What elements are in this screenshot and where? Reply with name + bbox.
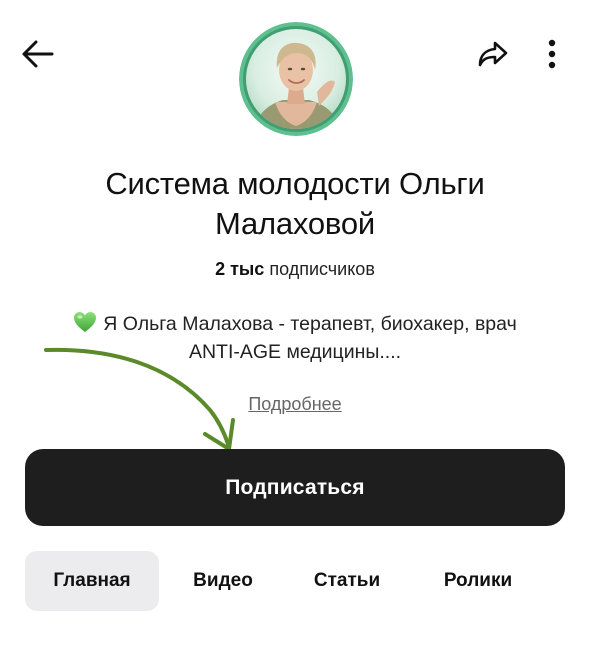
channel-description: Я Ольга Малахова - терапевт, биохакер, в… [30,310,560,366]
description-line2: ANTI-AGE медицины.... [188,341,402,363]
subscribe-button[interactable]: Подписаться [25,449,565,526]
tab-video[interactable]: Видео [175,551,271,611]
channel-title-line1: Система молодости Ольги [105,166,485,201]
share-button[interactable] [470,32,516,76]
subscribers-number: 2 тыс [215,259,265,279]
top-bar [0,0,590,136]
more-details-link-row: Подробнее [0,394,590,415]
arrow-left-icon [22,40,54,68]
avatar-image [239,22,353,136]
share-icon [478,41,508,67]
more-vertical-icon [548,39,556,69]
channel-title: Система молодости Ольги Малаховой [40,164,550,244]
tab-shorts[interactable]: Ролики [420,551,536,611]
green-heart-icon [74,312,97,332]
back-button[interactable] [14,32,62,76]
channel-title-line2: Малаховой [214,206,375,241]
tab-articles[interactable]: Статьи [293,551,401,611]
channel-tabs: Главная Видео Статьи Ролики [0,551,590,611]
tab-home[interactable]: Главная [25,551,159,611]
more-details-link[interactable]: Подробнее [248,394,341,414]
more-options-button[interactable] [532,32,572,76]
subscribers-label: подписчиков [269,259,375,279]
description-line1: Я Ольга Малахова - терапевт, биохакер, в… [103,313,517,335]
channel-avatar[interactable] [239,22,353,136]
subscribers-count: 2 тыс подписчиков [0,259,590,280]
